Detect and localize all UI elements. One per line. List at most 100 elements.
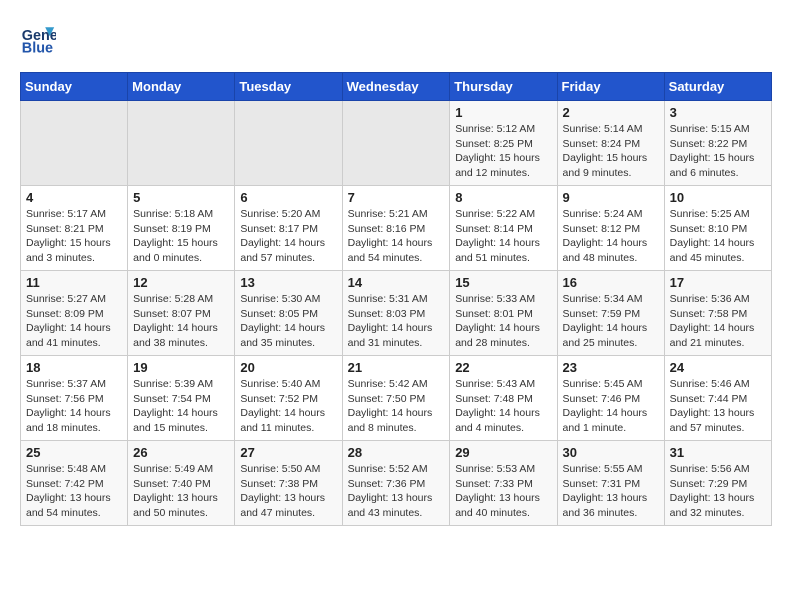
- day-number: 3: [670, 105, 766, 120]
- calendar-table: SundayMondayTuesdayWednesdayThursdayFrid…: [20, 72, 772, 526]
- calendar-cell: 23 Sunrise: 5:45 AM Sunset: 7:46 PM Dayli…: [557, 356, 664, 441]
- day-info: Sunrise: 5:49 AM Sunset: 7:40 PM Dayligh…: [133, 462, 229, 521]
- calendar-cell: 19 Sunrise: 5:39 AM Sunset: 7:54 PM Dayli…: [128, 356, 235, 441]
- week-row-4: 18 Sunrise: 5:37 AM Sunset: 7:56 PM Dayli…: [21, 356, 772, 441]
- calendar-cell: 6 Sunrise: 5:20 AM Sunset: 8:17 PM Daylig…: [235, 186, 342, 271]
- calendar-header-row: SundayMondayTuesdayWednesdayThursdayFrid…: [21, 73, 772, 101]
- header: General Blue: [20, 20, 772, 56]
- col-header-tuesday: Tuesday: [235, 73, 342, 101]
- svg-text:Blue: Blue: [22, 40, 53, 56]
- day-info: Sunrise: 5:50 AM Sunset: 7:38 PM Dayligh…: [240, 462, 336, 521]
- week-row-5: 25 Sunrise: 5:48 AM Sunset: 7:42 PM Dayli…: [21, 441, 772, 526]
- day-number: 28: [348, 445, 445, 460]
- calendar-cell: 5 Sunrise: 5:18 AM Sunset: 8:19 PM Daylig…: [128, 186, 235, 271]
- day-info: Sunrise: 5:22 AM Sunset: 8:14 PM Dayligh…: [455, 207, 551, 266]
- calendar-cell: 10 Sunrise: 5:25 AM Sunset: 8:10 PM Dayli…: [664, 186, 771, 271]
- day-number: 19: [133, 360, 229, 375]
- calendar-cell: 30Sunrise: 5:55 AM Sunset: 7:31 PM Dayli…: [557, 441, 664, 526]
- col-header-thursday: Thursday: [450, 73, 557, 101]
- day-number: 1: [455, 105, 551, 120]
- day-info: Sunrise: 5:45 AM Sunset: 7:46 PM Dayligh…: [563, 377, 659, 436]
- day-number: 14: [348, 275, 445, 290]
- day-info: Sunrise: 5:33 AM Sunset: 8:01 PM Dayligh…: [455, 292, 551, 351]
- week-row-3: 11 Sunrise: 5:27 AM Sunset: 8:09 PM Dayli…: [21, 271, 772, 356]
- day-info: Sunrise: 5:15 AM Sunset: 8:22 PM Dayligh…: [670, 122, 766, 181]
- day-number: 18: [26, 360, 122, 375]
- calendar-cell: 9 Sunrise: 5:24 AM Sunset: 8:12 PM Daylig…: [557, 186, 664, 271]
- week-row-1: 1Sunrise: 5:12 AM Sunset: 8:25 PM Daylig…: [21, 101, 772, 186]
- day-number: 27: [240, 445, 336, 460]
- calendar-cell: 21 Sunrise: 5:42 AM Sunset: 7:50 PM Dayli…: [342, 356, 450, 441]
- day-info: Sunrise: 5:25 AM Sunset: 8:10 PM Dayligh…: [670, 207, 766, 266]
- day-number: 17: [670, 275, 766, 290]
- calendar-cell: 14 Sunrise: 5:31 AM Sunset: 8:03 PM Dayli…: [342, 271, 450, 356]
- day-info: Sunrise: 5:24 AM Sunset: 8:12 PM Dayligh…: [563, 207, 659, 266]
- day-info: Sunrise: 5:43 AM Sunset: 7:48 PM Dayligh…: [455, 377, 551, 436]
- calendar-cell: 27 Sunrise: 5:50 AM Sunset: 7:38 PM Dayli…: [235, 441, 342, 526]
- calendar-cell: 11 Sunrise: 5:27 AM Sunset: 8:09 PM Dayli…: [21, 271, 128, 356]
- day-info: Sunrise: 5:18 AM Sunset: 8:19 PM Dayligh…: [133, 207, 229, 266]
- day-info: Sunrise: 5:40 AM Sunset: 7:52 PM Dayligh…: [240, 377, 336, 436]
- col-header-sunday: Sunday: [21, 73, 128, 101]
- calendar-cell: 3 Sunrise: 5:15 AM Sunset: 8:22 PM Daylig…: [664, 101, 771, 186]
- col-header-monday: Monday: [128, 73, 235, 101]
- day-number: 24: [670, 360, 766, 375]
- day-number: 12: [133, 275, 229, 290]
- day-number: 31: [670, 445, 766, 460]
- calendar-cell: 29Sunrise: 5:53 AM Sunset: 7:33 PM Dayli…: [450, 441, 557, 526]
- col-header-wednesday: Wednesday: [342, 73, 450, 101]
- day-info: Sunrise: 5:55 AM Sunset: 7:31 PM Dayligh…: [563, 462, 659, 521]
- day-number: 10: [670, 190, 766, 205]
- logo-icon: General Blue: [20, 20, 56, 56]
- day-number: 8: [455, 190, 551, 205]
- day-info: Sunrise: 5:37 AM Sunset: 7:56 PM Dayligh…: [26, 377, 122, 436]
- calendar-cell: 26 Sunrise: 5:49 AM Sunset: 7:40 PM Dayli…: [128, 441, 235, 526]
- calendar-cell: 4 Sunrise: 5:17 AM Sunset: 8:21 PM Daylig…: [21, 186, 128, 271]
- day-info: Sunrise: 5:21 AM Sunset: 8:16 PM Dayligh…: [348, 207, 445, 266]
- calendar-cell: [128, 101, 235, 186]
- calendar-cell: 24 Sunrise: 5:46 AM Sunset: 7:44 PM Dayli…: [664, 356, 771, 441]
- calendar-cell: 13Sunrise: 5:30 AM Sunset: 8:05 PM Dayli…: [235, 271, 342, 356]
- day-info: Sunrise: 5:42 AM Sunset: 7:50 PM Dayligh…: [348, 377, 445, 436]
- day-info: Sunrise: 5:14 AM Sunset: 8:24 PM Dayligh…: [563, 122, 659, 181]
- day-info: Sunrise: 5:20 AM Sunset: 8:17 PM Dayligh…: [240, 207, 336, 266]
- day-info: Sunrise: 5:56 AM Sunset: 7:29 PM Dayligh…: [670, 462, 766, 521]
- day-number: 6: [240, 190, 336, 205]
- calendar-cell: 17 Sunrise: 5:36 AM Sunset: 7:58 PM Dayli…: [664, 271, 771, 356]
- calendar-cell: 20 Sunrise: 5:40 AM Sunset: 7:52 PM Dayli…: [235, 356, 342, 441]
- day-info: Sunrise: 5:39 AM Sunset: 7:54 PM Dayligh…: [133, 377, 229, 436]
- calendar-cell: [21, 101, 128, 186]
- day-info: Sunrise: 5:27 AM Sunset: 8:09 PM Dayligh…: [26, 292, 122, 351]
- day-info: Sunrise: 5:36 AM Sunset: 7:58 PM Dayligh…: [670, 292, 766, 351]
- day-number: 26: [133, 445, 229, 460]
- day-number: 4: [26, 190, 122, 205]
- day-info: Sunrise: 5:28 AM Sunset: 8:07 PM Dayligh…: [133, 292, 229, 351]
- day-number: 2: [563, 105, 659, 120]
- day-number: 21: [348, 360, 445, 375]
- calendar-cell: 22Sunrise: 5:43 AM Sunset: 7:48 PM Dayli…: [450, 356, 557, 441]
- day-number: 25: [26, 445, 122, 460]
- calendar-cell: 16Sunrise: 5:34 AM Sunset: 7:59 PM Dayli…: [557, 271, 664, 356]
- day-info: Sunrise: 5:31 AM Sunset: 8:03 PM Dayligh…: [348, 292, 445, 351]
- calendar-cell: 25 Sunrise: 5:48 AM Sunset: 7:42 PM Dayli…: [21, 441, 128, 526]
- calendar-cell: 2 Sunrise: 5:14 AM Sunset: 8:24 PM Daylig…: [557, 101, 664, 186]
- calendar-cell: 12 Sunrise: 5:28 AM Sunset: 8:07 PM Dayli…: [128, 271, 235, 356]
- calendar-cell: 31 Sunrise: 5:56 AM Sunset: 7:29 PM Dayli…: [664, 441, 771, 526]
- calendar-cell: 18 Sunrise: 5:37 AM Sunset: 7:56 PM Dayli…: [21, 356, 128, 441]
- day-info: Sunrise: 5:46 AM Sunset: 7:44 PM Dayligh…: [670, 377, 766, 436]
- day-info: Sunrise: 5:48 AM Sunset: 7:42 PM Dayligh…: [26, 462, 122, 521]
- day-number: 5: [133, 190, 229, 205]
- day-number: 20: [240, 360, 336, 375]
- day-number: 7: [348, 190, 445, 205]
- day-number: 23: [563, 360, 659, 375]
- day-number: 29: [455, 445, 551, 460]
- day-info: Sunrise: 5:17 AM Sunset: 8:21 PM Dayligh…: [26, 207, 122, 266]
- calendar-cell: 7 Sunrise: 5:21 AM Sunset: 8:16 PM Daylig…: [342, 186, 450, 271]
- day-info: Sunrise: 5:30 AM Sunset: 8:05 PM Dayligh…: [240, 292, 336, 351]
- calendar-cell: 1Sunrise: 5:12 AM Sunset: 8:25 PM Daylig…: [450, 101, 557, 186]
- logo: General Blue: [20, 20, 60, 56]
- day-number: 11: [26, 275, 122, 290]
- calendar-cell: 8 Sunrise: 5:22 AM Sunset: 8:14 PM Daylig…: [450, 186, 557, 271]
- day-info: Sunrise: 5:52 AM Sunset: 7:36 PM Dayligh…: [348, 462, 445, 521]
- day-number: 9: [563, 190, 659, 205]
